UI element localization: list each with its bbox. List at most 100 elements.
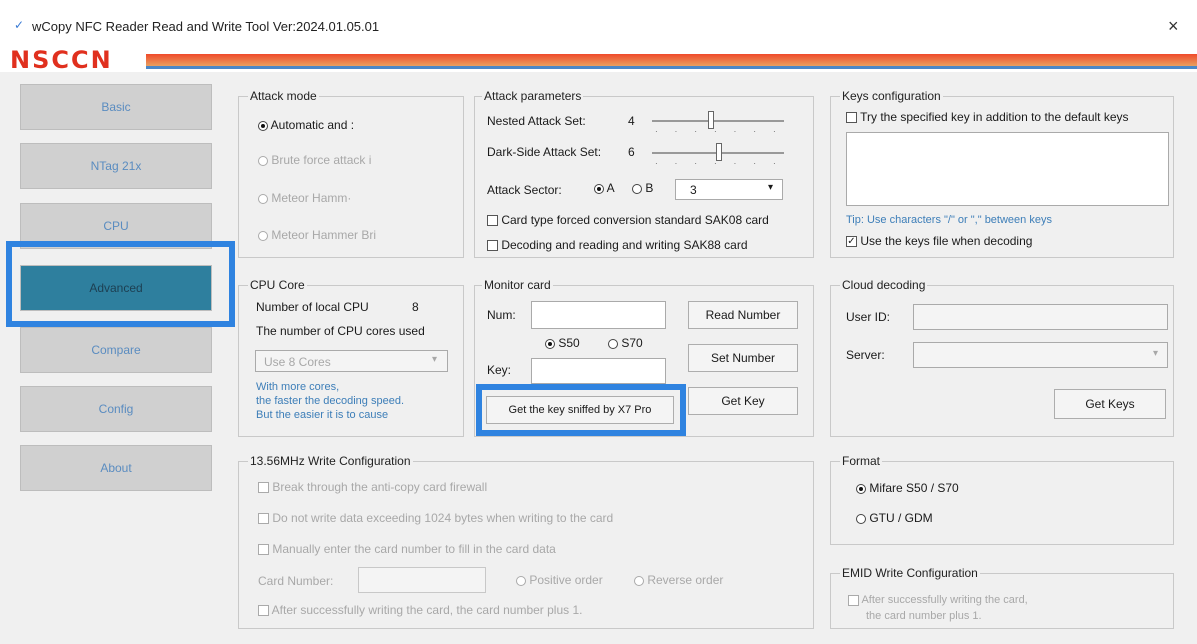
radio-icon bbox=[258, 120, 268, 131]
radio-icon bbox=[856, 483, 866, 494]
plus-one-check[interactable]: After successfully writing the card, the… bbox=[258, 603, 582, 617]
get-key-button[interactable]: Get Key bbox=[688, 387, 798, 415]
format-group bbox=[830, 461, 1174, 545]
radio-icon bbox=[856, 513, 866, 524]
card-number-input[interactable] bbox=[358, 567, 486, 593]
option-label: S50 bbox=[558, 336, 580, 350]
header-banner bbox=[146, 54, 1197, 69]
nested-label: Nested Attack Set: bbox=[487, 114, 586, 128]
check-sak08[interactable]: Card type forced conversion standard SAK… bbox=[487, 213, 769, 227]
read-number-button[interactable]: Read Number bbox=[688, 301, 798, 329]
manual-card-number-check[interactable]: Manually enter the card number to fill i… bbox=[258, 542, 556, 556]
option-label: Brute force attack i bbox=[271, 153, 372, 167]
write-config-title: 13.56MHz Write Configuration bbox=[248, 454, 413, 468]
sector-label: Attack Sector: bbox=[487, 183, 562, 197]
option-label: A bbox=[606, 181, 615, 195]
attack-mode-option-1[interactable]: Automatic and : bbox=[258, 118, 354, 132]
attack-mode-option-3[interactable]: Meteor Hamm· bbox=[258, 191, 351, 205]
key-input[interactable] bbox=[531, 358, 666, 384]
try-specified-key-check[interactable]: Try the specified key in addition to the… bbox=[846, 110, 1129, 124]
keys-textarea[interactable] bbox=[846, 132, 1169, 206]
cores-used-label: The number of CPU cores used bbox=[256, 324, 425, 338]
app-icon: ✓ bbox=[14, 18, 25, 32]
num-input[interactable] bbox=[531, 301, 666, 329]
title-bar: ✓ wCopy NFC Reader Read and Write Tool V… bbox=[0, 0, 1197, 50]
option-label: Meteor Hammer Bri bbox=[271, 228, 377, 242]
format-option-gtu[interactable]: GTU / GDM bbox=[856, 511, 933, 525]
check-sak88[interactable]: Decoding and reading and writing SAK88 c… bbox=[487, 238, 748, 252]
sidebar-item-compare[interactable]: Compare bbox=[20, 327, 212, 373]
keys-config-title: Keys configuration bbox=[840, 89, 943, 103]
checkbox-icon: ✓ bbox=[846, 236, 857, 248]
key-label: Key: bbox=[487, 363, 512, 377]
option-label: B bbox=[645, 181, 654, 195]
format-option-mifare[interactable]: Mifare S50 / S70 bbox=[856, 481, 959, 495]
check-label: Manually enter the card number to fill i… bbox=[272, 542, 556, 556]
emid-plus-one-check[interactable]: After successfully writing the card, bbox=[848, 594, 1028, 606]
cores-note-3: But the easier it is to cause bbox=[256, 409, 389, 421]
window-title: wCopy NFC Reader Read and Write Tool Ver… bbox=[32, 19, 380, 34]
sector-select[interactable]: 3 ▾ bbox=[675, 179, 783, 200]
positive-order-radio[interactable]: Positive order bbox=[516, 573, 603, 587]
check-label: Break through the anti-copy card firewal… bbox=[272, 480, 488, 494]
check-label: After successfully writing the card, the… bbox=[271, 603, 583, 617]
radio-icon bbox=[258, 230, 268, 241]
option-label: Automatic and : bbox=[270, 118, 355, 132]
reverse-order-radio[interactable]: Reverse order bbox=[634, 573, 723, 587]
cores-note-1: With more cores, bbox=[256, 381, 340, 393]
checkbox-icon bbox=[846, 112, 857, 124]
cores-select-value: Use 8 Cores bbox=[264, 355, 331, 369]
option-label: Reverse order bbox=[647, 573, 724, 587]
radio-icon bbox=[608, 338, 618, 349]
darkside-ticks: ······· bbox=[655, 159, 793, 168]
user-id-label: User ID: bbox=[846, 310, 891, 324]
logo: NSCCN bbox=[10, 46, 113, 74]
option-label: Positive order bbox=[529, 573, 603, 587]
cpu-core-title: CPU Core bbox=[248, 278, 307, 292]
server-select[interactable]: ▾ bbox=[913, 342, 1168, 368]
sidebar-item-config[interactable]: Config bbox=[20, 386, 212, 432]
monitor-card-title: Monitor card bbox=[482, 278, 553, 292]
checkbox-icon bbox=[258, 544, 269, 556]
local-cpu-value: 8 bbox=[412, 300, 419, 314]
check-label: Use the keys file when decoding bbox=[860, 234, 1033, 248]
radio-icon bbox=[545, 338, 555, 349]
attack-mode-option-2[interactable]: Brute force attack i bbox=[258, 153, 371, 167]
nested-value: 4 bbox=[628, 114, 635, 128]
sector-option-b[interactable]: B bbox=[632, 181, 653, 195]
chevron-down-icon: ▾ bbox=[432, 354, 438, 365]
s50-radio[interactable]: S50 bbox=[545, 336, 580, 350]
close-button[interactable]: × bbox=[1168, 16, 1179, 37]
s70-radio[interactable]: S70 bbox=[608, 336, 643, 350]
get-keys-button[interactable]: Get Keys bbox=[1054, 389, 1166, 419]
check-label: Try the specified key in addition to the… bbox=[860, 110, 1129, 124]
attack-params-title: Attack parameters bbox=[482, 89, 584, 103]
nested-ticks: ······· bbox=[655, 127, 793, 136]
limit-1024-check[interactable]: Do not write data exceeding 1024 bytes w… bbox=[258, 511, 613, 525]
use-keys-file-check[interactable]: ✓ Use the keys file when decoding bbox=[846, 234, 1032, 248]
sidebar-item-ntag21x[interactable]: NTag 21x bbox=[20, 143, 212, 189]
highlight-advanced bbox=[6, 241, 235, 327]
option-label: S70 bbox=[621, 336, 643, 350]
check-label: Decoding and reading and writing SAK88 c… bbox=[501, 238, 748, 252]
sidebar-item-about[interactable]: About bbox=[20, 445, 212, 491]
firewall-check[interactable]: Break through the anti-copy card firewal… bbox=[258, 480, 487, 494]
option-label: Meteor Hamm· bbox=[271, 191, 352, 205]
emid-title: EMID Write Configuration bbox=[840, 566, 980, 580]
attack-mode-title: Attack mode bbox=[248, 89, 319, 103]
cores-select[interactable]: Use 8 Cores ▾ bbox=[255, 350, 448, 372]
radio-icon bbox=[634, 575, 644, 586]
set-number-button[interactable]: Set Number bbox=[688, 344, 798, 372]
darkside-label: Dark-Side Attack Set: bbox=[487, 145, 602, 159]
sidebar-item-basic[interactable]: Basic bbox=[20, 84, 212, 130]
sector-option-a[interactable]: A bbox=[594, 181, 615, 195]
format-title: Format bbox=[840, 454, 883, 468]
user-id-input[interactable] bbox=[913, 304, 1168, 330]
num-label: Num: bbox=[487, 308, 516, 322]
attack-mode-option-4[interactable]: Meteor Hammer Bri bbox=[258, 228, 376, 242]
check-label: Do not write data exceeding 1024 bytes w… bbox=[272, 511, 614, 525]
checkbox-icon bbox=[258, 513, 269, 525]
checkbox-icon bbox=[258, 482, 269, 494]
checkbox-icon bbox=[848, 594, 859, 606]
option-label: GTU / GDM bbox=[869, 511, 933, 525]
